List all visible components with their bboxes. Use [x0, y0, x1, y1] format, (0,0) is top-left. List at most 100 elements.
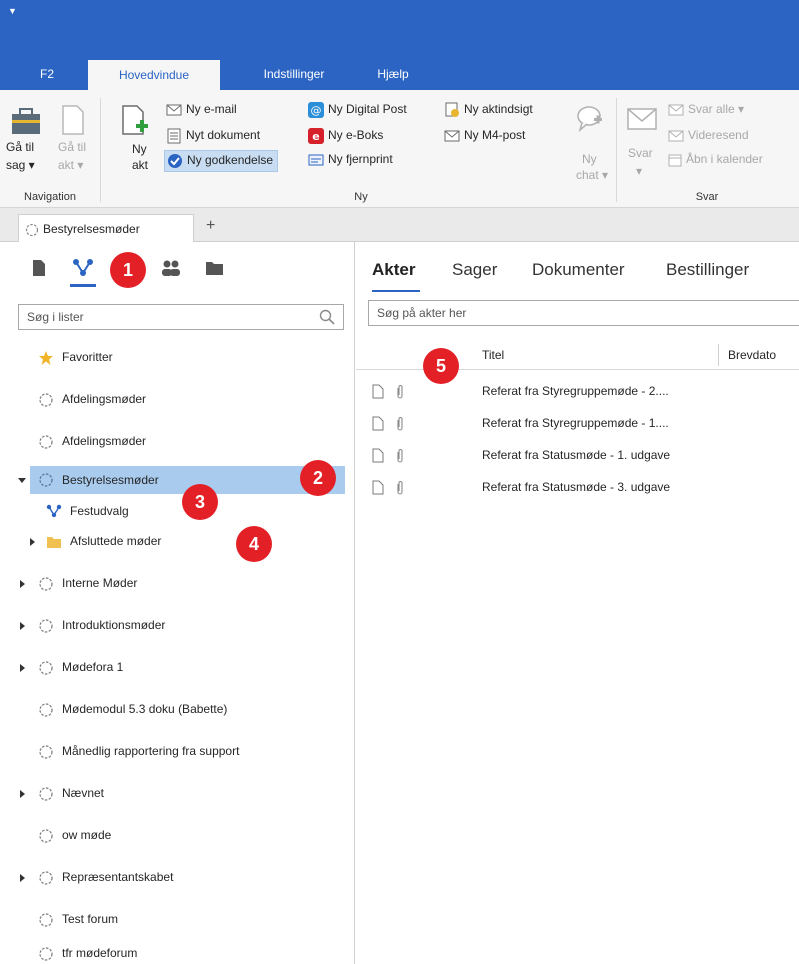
column-header-letter-date[interactable]: Brevdato [728, 348, 776, 362]
tree-item-label: ow møde [62, 828, 112, 842]
tree-item-modefora-1[interactable]: Mødefora 1 [0, 648, 355, 690]
tab-indstillinger[interactable]: Indstillinger [244, 58, 344, 90]
tree-item-afdelingsmoder-2[interactable]: Afdelingsmøder [0, 422, 355, 464]
new-eboks-button[interactable]: e Ny e-Boks [308, 128, 383, 144]
meeting-forum-icon [39, 661, 53, 675]
column-separator[interactable] [718, 344, 719, 366]
tab-akter[interactable]: Akter [372, 260, 415, 280]
tree-item-label: Mødefora 1 [62, 660, 124, 674]
search-icon[interactable] [319, 309, 335, 325]
tree-item-ow-mode[interactable]: ow møde [0, 816, 355, 858]
quick-access-menu[interactable]: ▼ [8, 6, 17, 16]
new-document-label: Nyt dokument [186, 128, 261, 143]
new-document-button[interactable]: Nyt dokument [166, 128, 260, 144]
tree-item-tfr-modeforum[interactable]: tfr mødeforum [0, 942, 355, 964]
new-access-request-button[interactable]: Ny aktindsigt [444, 102, 533, 118]
new-eboks-label: Ny e-Boks [328, 128, 384, 143]
org-chart-icon[interactable] [72, 258, 94, 278]
list-search-input[interactable]: Søg i lister [18, 304, 344, 330]
expander-collapsed-icon[interactable] [20, 664, 25, 672]
row-title: Referat fra Statusmøde - 1. udgave [482, 448, 671, 462]
tree-item-festudvalg[interactable]: Festudvalg [0, 498, 355, 528]
expander-collapsed-icon[interactable] [20, 622, 25, 630]
new-group-label: Ny [354, 191, 368, 203]
printer-icon [308, 154, 324, 166]
expander-collapsed-icon[interactable] [20, 580, 25, 588]
tree-item-label: Afdelingsmøder [62, 434, 147, 448]
tab-f2[interactable]: F2 [26, 58, 68, 90]
reply-all-icon [668, 104, 684, 116]
paperclip-icon [397, 385, 403, 399]
meeting-forum-icon [39, 703, 53, 717]
svg-text:@: @ [311, 104, 322, 117]
new-act-button[interactable]: Ny akt [112, 102, 156, 184]
title-bar: ▼ [0, 0, 799, 58]
table-row[interactable]: Referat fra Statusmøde - 3. udgave [356, 472, 799, 504]
folder-icon [47, 537, 61, 548]
new-document-plus-icon [122, 105, 148, 135]
tab-bestillinger[interactable]: Bestillinger [666, 260, 749, 280]
column-header-title[interactable]: Titel [482, 348, 504, 362]
new-chat-button[interactable]: Ny chat ▾ [568, 102, 610, 184]
folder-icon[interactable] [205, 259, 225, 277]
tab-sager[interactable]: Sager [452, 260, 497, 280]
meeting-forum-icon [39, 871, 53, 885]
goto-act-button[interactable]: Gå til akt ▾ [48, 102, 96, 184]
tree-item-naevnet[interactable]: Nævnet [0, 774, 355, 816]
doc-tab-bestyrelsesmoder[interactable]: Bestyrelsesmøder [18, 214, 194, 243]
forward-label: Videresend [688, 128, 749, 142]
new-digital-post-button[interactable]: @ Ny Digital Post [308, 102, 407, 118]
new-m4-post-button[interactable]: Ny M4-post [444, 128, 525, 142]
ribbon: Gå til sag ▾ Gå til akt ▾ Navigation Ny … [0, 90, 799, 208]
tab-dokumenter[interactable]: Dokumenter [532, 260, 625, 280]
tree-item-label: Bestyrelsesmøder [62, 473, 159, 487]
meeting-forum-icon [39, 619, 53, 633]
tree-item-label: Afsluttede møder [70, 534, 162, 548]
tree-item-favoritter[interactable]: Favoritter [0, 338, 355, 380]
ribbon-separator [616, 98, 617, 202]
tree-item-test-forum[interactable]: Test forum [0, 900, 355, 942]
tree-item-afsluttede-moder[interactable]: Afsluttede møder [0, 528, 355, 558]
tree-item-label: Nævnet [62, 786, 105, 800]
goto-act-label-1: Gå til [58, 140, 87, 154]
checkmark-circle-icon [168, 154, 182, 168]
table-row[interactable]: Referat fra Styregruppemøde - 2.... [356, 376, 799, 408]
people-icon[interactable] [160, 259, 182, 277]
navigation-group-label: Navigation [24, 191, 76, 203]
envelope-icon [444, 130, 460, 142]
tree-item-interne-moder[interactable]: Interne Møder [0, 564, 355, 606]
expander-collapsed-icon[interactable] [20, 874, 25, 882]
text-document-icon [167, 128, 181, 144]
tab-hovedvindue[interactable]: Hovedvindue [88, 60, 220, 90]
tree-item-modemodul[interactable]: Mødemodul 5.3 doku (Babette) [0, 690, 355, 732]
new-remote-print-button[interactable]: Ny fjernprint [308, 152, 393, 167]
table-row[interactable]: Referat fra Styregruppemøde - 1.... [356, 408, 799, 440]
document-tab-strip: Bestyrelsesmøder + [0, 208, 799, 243]
new-approval-button[interactable]: Ny godkendelse [164, 150, 279, 172]
meeting-forum-icon [25, 223, 39, 237]
open-calendar-button[interactable]: Åbn i kalender [668, 152, 763, 167]
acts-search-input[interactable]: Søg på akter her [368, 300, 799, 326]
reply-all-button[interactable]: Svar alle ▾ [668, 102, 744, 116]
callout-badge-3: 3 [182, 484, 218, 520]
reply-label-2: ▾ [636, 164, 643, 178]
goto-case-button[interactable]: Gå til sag ▾ [4, 102, 46, 184]
tab-hjaelp[interactable]: Hjælp [370, 58, 416, 90]
tree-item-manedlig-rapportering[interactable]: Månedlig rapportering fra support [0, 732, 355, 774]
add-tab-button[interactable]: + [206, 217, 215, 235]
table-row[interactable]: Referat fra Statusmøde - 1. udgave [356, 440, 799, 472]
reply-button[interactable]: Svar ▾ [622, 102, 662, 184]
row-title: Referat fra Styregruppemøde - 2.... [482, 384, 669, 398]
expander-collapsed-icon[interactable] [20, 790, 25, 798]
calendar-icon [668, 154, 682, 167]
tree-item-repraesentantskabet[interactable]: Repræsentantskabet [0, 858, 355, 900]
forward-button[interactable]: Videresend [668, 128, 749, 142]
tree-item-afdelingsmoder[interactable]: Afdelingsmøder [0, 380, 355, 422]
expander-collapsed-icon[interactable] [30, 538, 35, 546]
tree-item-introduktionsmoder[interactable]: Introduktionsmøder [0, 606, 355, 648]
document-icon [372, 384, 384, 399]
new-email-button[interactable]: Ny e-mail [166, 102, 237, 116]
document-view-icon[interactable] [32, 259, 46, 277]
forward-icon [668, 130, 684, 142]
expander-open-icon[interactable] [18, 478, 26, 483]
